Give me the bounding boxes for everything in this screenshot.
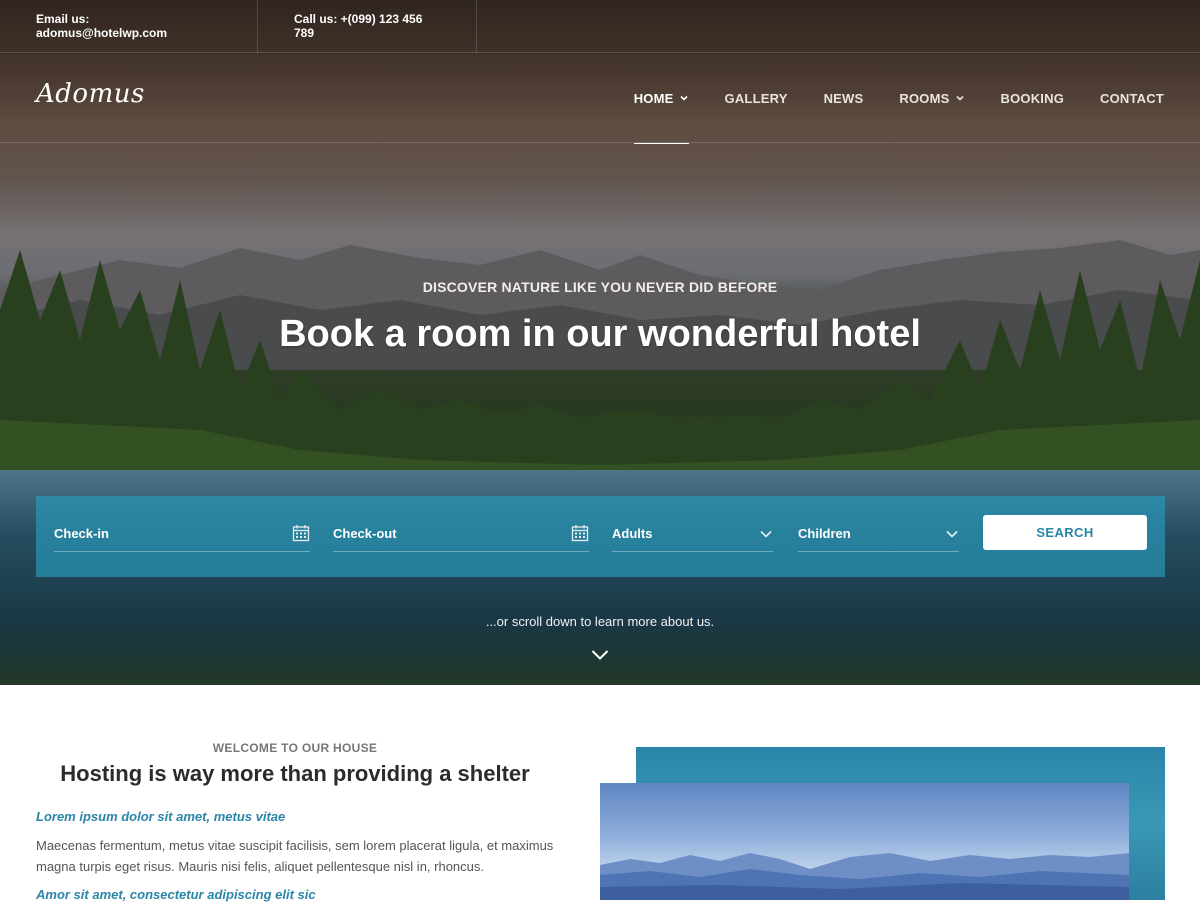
nav-contact-label: CONTACT	[1100, 90, 1164, 106]
welcome-paragraph: Maecenas fermentum, metus vitae suscipit…	[36, 838, 554, 874]
topbar: Email us: adomus@hotelwp.com Call us: +(…	[0, 0, 1200, 53]
nav-rooms-label: ROOMS	[899, 90, 950, 106]
booking-form: Check-in Check-out Adults Children SEARC…	[36, 496, 1165, 577]
hero-tagline: DISCOVER NATURE LIKE YOU NEVER DID BEFOR…	[422, 279, 778, 295]
nav-contact[interactable]: CONTACT	[1100, 53, 1164, 143]
checkout-placeholder: Check-out	[333, 525, 397, 541]
nav-booking-label: BOOKING	[1000, 90, 1065, 106]
chevron-down-icon	[679, 95, 688, 101]
checkin-placeholder: Check-in	[54, 525, 109, 541]
main-navbar: Adomus HOME GALLERY NEWS ROOMS BOOKING C…	[0, 53, 1200, 144]
phone-contact[interactable]: Call us: +(099) 123 456 789	[258, 0, 477, 53]
nav-gallery-label: GALLERY	[724, 90, 788, 106]
email-contact[interactable]: Email us: adomus@hotelwp.com	[0, 0, 258, 53]
nav-home-label: HOME	[633, 90, 674, 106]
calendar-icon	[571, 525, 589, 542]
nav-news-label: NEWS	[823, 90, 864, 106]
scroll-hint: ...or scroll down to learn more about us…	[485, 614, 715, 629]
mountain-landscape-image	[600, 853, 1129, 900]
checkin-field[interactable]: Check-in	[54, 515, 310, 552]
site-logo[interactable]: Adomus	[36, 79, 145, 109]
calendar-icon	[292, 525, 310, 542]
chevron-down-icon	[760, 530, 772, 538]
nav-home[interactable]: HOME	[633, 53, 689, 144]
chevron-down-icon	[955, 95, 964, 101]
search-button[interactable]: SEARCH	[983, 515, 1147, 550]
chevron-down-icon[interactable]	[591, 648, 609, 662]
nav-rooms[interactable]: ROOMS	[899, 53, 964, 143]
children-placeholder: Children	[798, 525, 851, 541]
adults-placeholder: Adults	[612, 525, 653, 541]
main-menu: HOME GALLERY NEWS ROOMS BOOKING CONTACT	[598, 53, 1164, 144]
adults-select[interactable]: Adults	[612, 515, 773, 552]
hero-headline: Book a room in our wonderful hotel	[279, 313, 921, 355]
checkout-field[interactable]: Check-out	[333, 515, 589, 552]
welcome-title: Hosting is way more than providing a she…	[60, 761, 530, 786]
welcome-image-front	[600, 783, 1129, 900]
hero-section: Email us: adomus@hotelwp.com Call us: +(…	[0, 0, 1200, 685]
welcome-kicker: WELCOME TO OUR HOUSE	[212, 741, 378, 755]
nav-news[interactable]: NEWS	[824, 53, 864, 143]
nav-booking[interactable]: BOOKING	[1001, 53, 1065, 143]
children-select[interactable]: Children	[798, 515, 959, 552]
nav-gallery[interactable]: GALLERY	[725, 53, 788, 143]
chevron-down-icon	[946, 530, 958, 538]
welcome-subtitle-1: Lorem ipsum dolor sit amet, metus vitae	[36, 809, 286, 824]
